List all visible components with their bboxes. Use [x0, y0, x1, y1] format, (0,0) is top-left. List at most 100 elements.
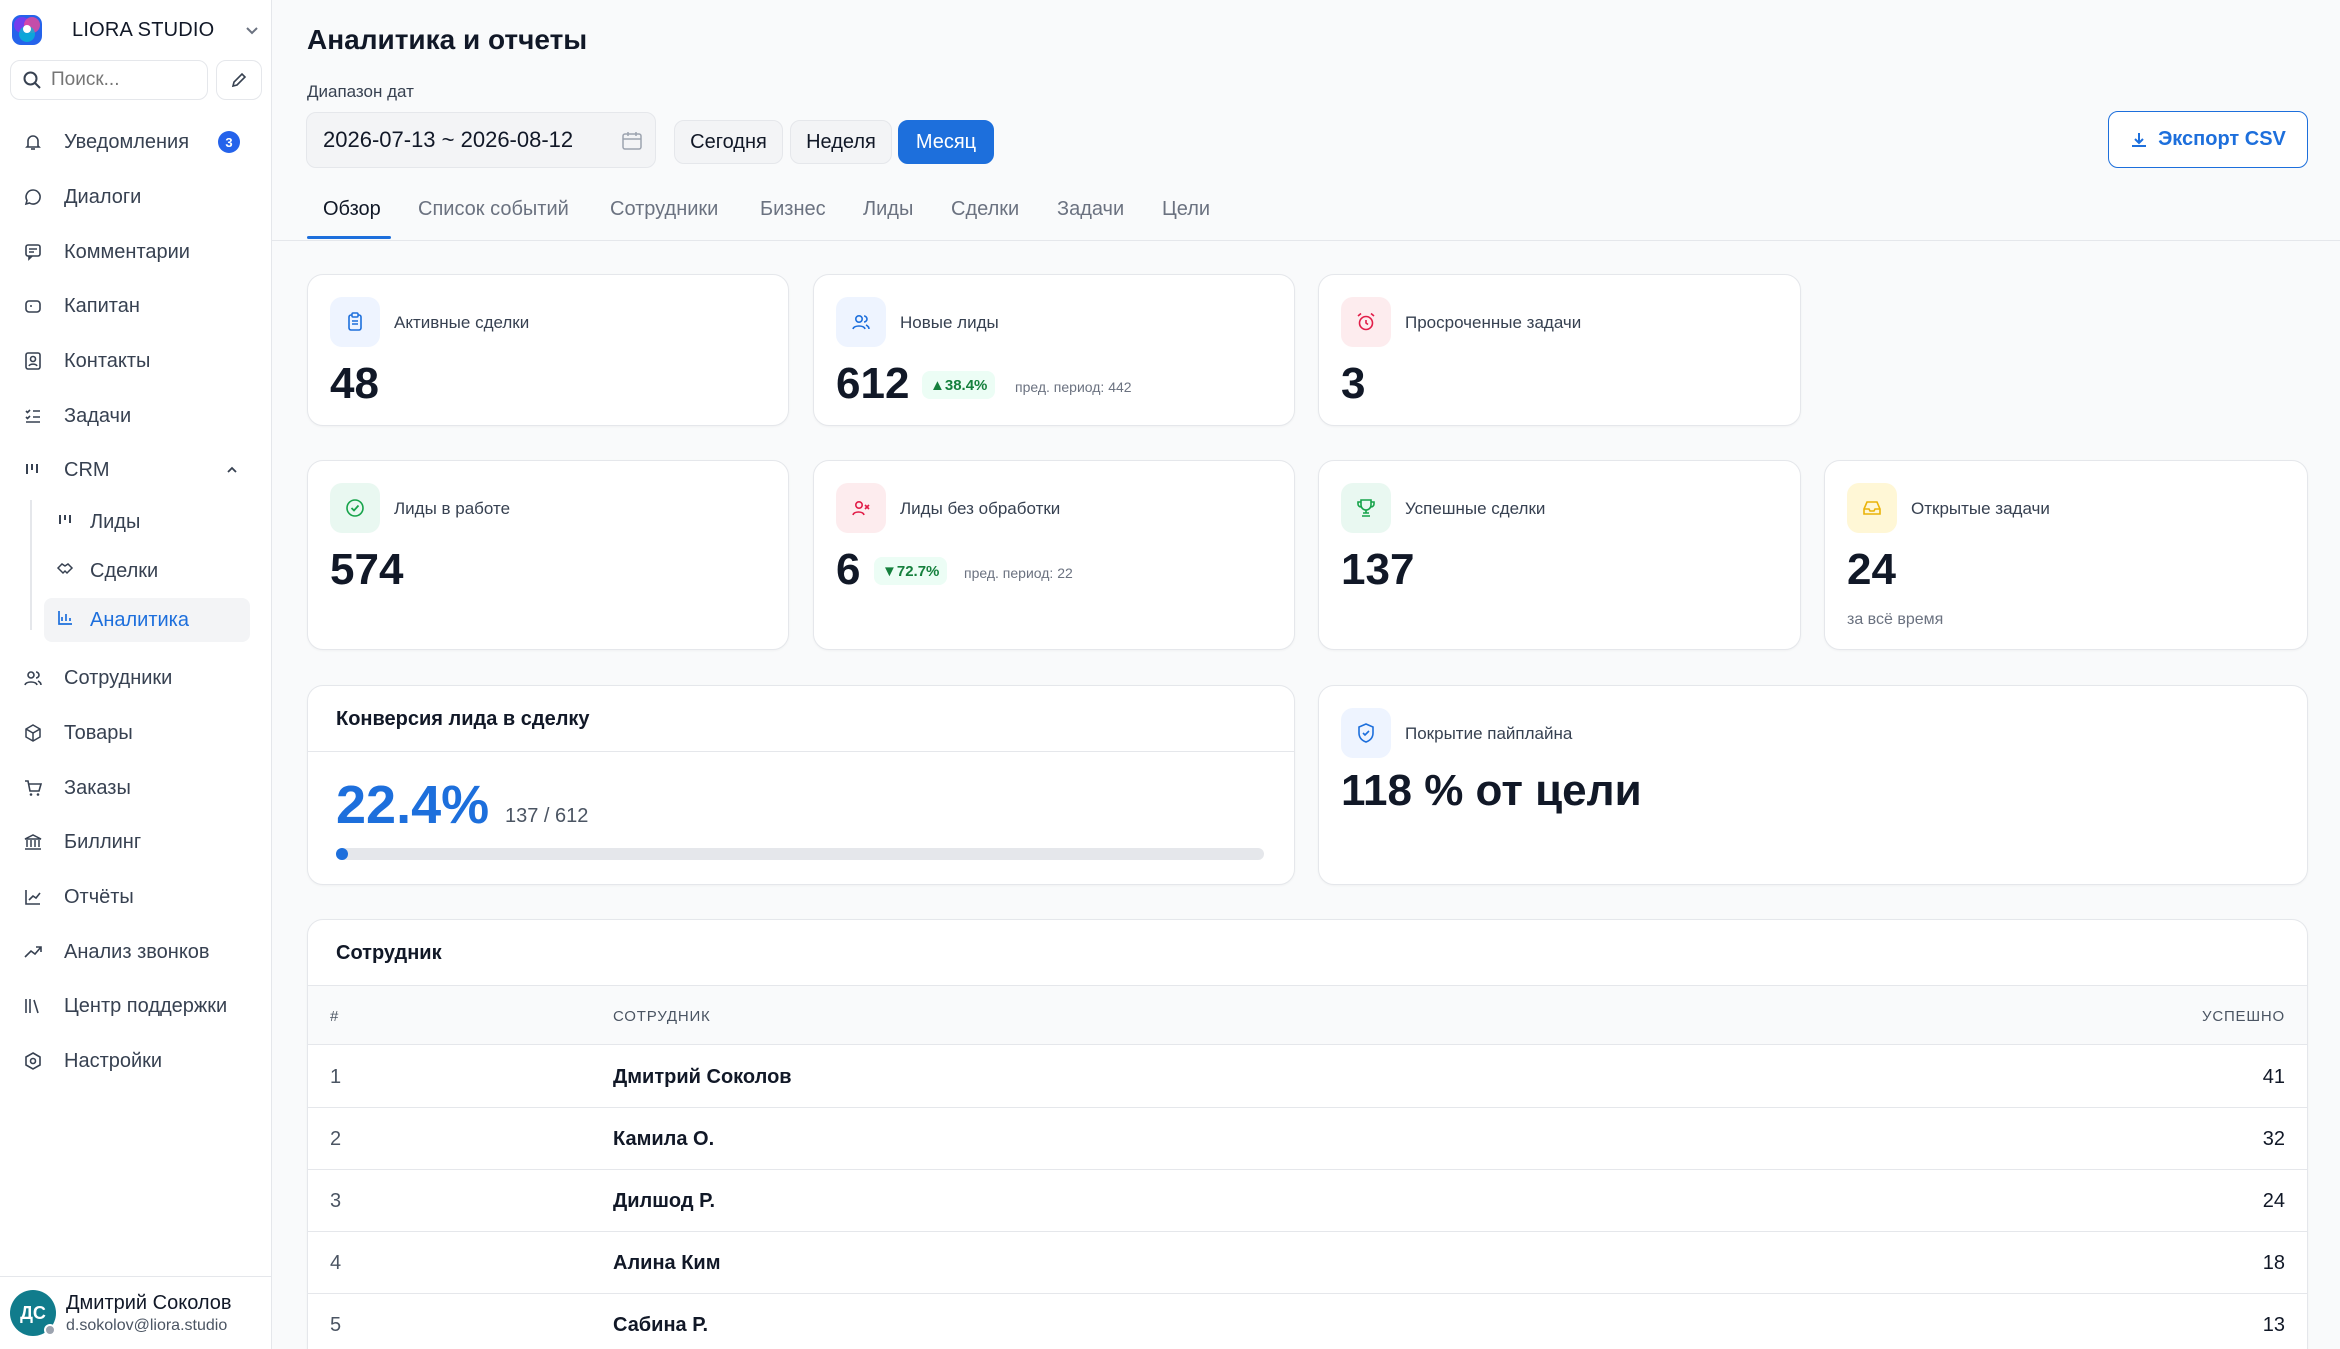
submenu-guide-line — [30, 500, 32, 630]
nav-label: Анализ звонков — [64, 940, 210, 963]
nav-support[interactable]: Центр поддержки — [10, 982, 262, 1030]
library-icon — [22, 995, 44, 1017]
nav-employees[interactable]: Сотрудники — [10, 654, 262, 702]
calendar-icon — [622, 132, 642, 150]
nav-label: Сотрудники — [64, 666, 173, 689]
previous-period: пред. период: 442 — [1015, 379, 1132, 395]
nav-dialogs[interactable]: Диалоги — [10, 173, 262, 221]
download-icon — [2132, 132, 2147, 147]
tab-event-list[interactable]: Список событий — [418, 198, 569, 241]
nav-billing[interactable]: Биллинг — [10, 818, 262, 866]
nav-contacts[interactable]: Контакты — [10, 337, 262, 385]
nav-label: Настройки — [64, 1049, 163, 1072]
row-rank: 4 — [330, 1252, 342, 1274]
stat-value: 6 — [836, 545, 861, 594]
nav-captain[interactable]: Капитан — [10, 282, 262, 330]
nav-label: Товары — [64, 721, 133, 744]
table-row[interactable]: 5 Сабина Р. 13 — [308, 1294, 2307, 1349]
notification-count-badge: 3 — [218, 131, 240, 153]
table-row[interactable]: 4 Алина Ким 18 — [308, 1232, 2307, 1294]
compose-button[interactable] — [216, 60, 262, 100]
range-week-button[interactable]: Неделя — [790, 120, 892, 164]
employee-table-card: Сотрудник # СОТРУДНИК УСПЕШНО 1 Дмитрий … — [307, 919, 2308, 1349]
sidebar: LIORA STUDIO Уведомления 3 Диалоги Комме… — [0, 0, 272, 1349]
row-rank: 5 — [330, 1314, 342, 1336]
conversion-progress-fill — [336, 848, 348, 860]
row-won-count: 13 — [2262, 1314, 2285, 1336]
cart-icon — [22, 777, 44, 799]
tab-employees[interactable]: Сотрудники — [610, 198, 718, 241]
row-rank: 1 — [330, 1066, 342, 1088]
stat-title: Успешные сделки — [1405, 499, 1546, 518]
trophy-icon — [1341, 483, 1391, 533]
nav-call-analysis[interactable]: Анализ звонков — [10, 928, 262, 976]
previous-period: пред. период: 22 — [964, 565, 1073, 581]
search-input[interactable] — [51, 69, 191, 91]
stat-title: Лиды без обработки — [900, 499, 1061, 518]
bank-icon — [22, 831, 44, 853]
range-today-button[interactable]: Сегодня — [674, 120, 783, 164]
nav-notifications[interactable]: Уведомления 3 — [10, 118, 262, 166]
date-range-picker[interactable]: 2026-07-13 ~ 2026-08-12 — [306, 112, 656, 168]
user-profile[interactable]: ДС Дмитрий Соколов d.sokolov@liora.studi… — [0, 1276, 272, 1349]
nav-crm-deals[interactable]: Сделки — [44, 549, 250, 593]
nav-crm[interactable]: CRM — [10, 446, 262, 494]
workspace-switcher[interactable]: LIORA STUDIO — [10, 12, 262, 48]
nav-label: Заказы — [64, 776, 131, 799]
inbox-icon — [1847, 483, 1897, 533]
stat-title: Новые лиды — [900, 313, 999, 332]
stat-value: 612 — [836, 359, 910, 408]
alarm-clock-icon — [1341, 297, 1391, 347]
table-row[interactable]: 3 Дилшод Р. 24 — [308, 1170, 2307, 1232]
table-row[interactable]: 2 Камила О. 32 — [308, 1108, 2307, 1170]
presence-indicator — [44, 1324, 56, 1336]
nav-label: Лиды — [90, 510, 141, 533]
nav-reports[interactable]: Отчёты — [10, 873, 262, 921]
stat-title: Лиды в работе — [394, 499, 511, 518]
stat-card-unprocessed-leads: Лиды без обработки 6 ▼72.7% пред. период… — [813, 460, 1295, 650]
conversion-ratio: 137 / 612 — [505, 805, 589, 827]
avatar-initials: ДС — [20, 1302, 46, 1323]
stat-value: 48 — [330, 359, 379, 408]
nav-label: Задачи — [64, 404, 132, 427]
stat-card-new-leads: Новые лиды 612 ▲38.4% пред. период: 442 — [813, 274, 1295, 426]
stat-card-active-deals: Активные сделки 48 — [307, 274, 789, 426]
row-employee-name: Алина Ким — [613, 1252, 721, 1274]
nav-crm-analytics[interactable]: Аналитика — [44, 598, 250, 642]
column-header-won[interactable]: УСПЕШНО — [2202, 1008, 2285, 1025]
tab-goals[interactable]: Цели — [1162, 198, 1210, 241]
delta-badge: ▼72.7% — [874, 557, 948, 585]
delta-badge: ▲38.4% — [922, 371, 996, 399]
tab-leads[interactable]: Лиды — [863, 198, 913, 241]
users-icon — [836, 297, 886, 347]
tab-deals[interactable]: Сделки — [951, 198, 1019, 241]
stat-value: 3 — [1341, 359, 1366, 408]
tab-overview[interactable]: Обзор — [323, 198, 381, 241]
stat-subtitle: за всё время — [1847, 611, 1944, 628]
nav-crm-leads[interactable]: Лиды — [44, 500, 250, 544]
nav-settings[interactable]: Настройки — [10, 1037, 262, 1085]
nav-label: Биллинг — [64, 830, 142, 853]
search-box[interactable] — [10, 60, 208, 100]
conversion-percent: 22.4% — [336, 775, 490, 835]
task-list-icon — [22, 405, 44, 427]
nav-label: Контакты — [64, 349, 151, 372]
row-employee-name: Дмитрий Соколов — [613, 1066, 792, 1088]
table-row[interactable]: 1 Дмитрий Соколов 41 — [308, 1046, 2307, 1108]
row-won-count: 24 — [2262, 1190, 2285, 1212]
range-month-button[interactable]: Месяц — [898, 120, 994, 164]
tab-business[interactable]: Бизнес — [760, 198, 826, 241]
check-circle-icon — [330, 483, 380, 533]
nav-label: Уведомления — [64, 130, 190, 153]
nav-tasks[interactable]: Задачи — [10, 392, 262, 440]
users-icon — [22, 667, 44, 689]
stat-title: Просроченные задачи — [1405, 313, 1582, 332]
nav-orders[interactable]: Заказы — [10, 764, 262, 812]
nav-products[interactable]: Товары — [10, 709, 262, 757]
column-header-employee[interactable]: СОТРУДНИК — [613, 1008, 711, 1025]
tab-tasks[interactable]: Задачи — [1057, 198, 1124, 241]
export-csv-button[interactable]: Экспорт CSV — [2108, 111, 2308, 168]
analytics-tabs — [272, 186, 2340, 241]
stat-value: 24 — [1847, 545, 1896, 594]
nav-comments[interactable]: Комментарии — [10, 228, 262, 276]
